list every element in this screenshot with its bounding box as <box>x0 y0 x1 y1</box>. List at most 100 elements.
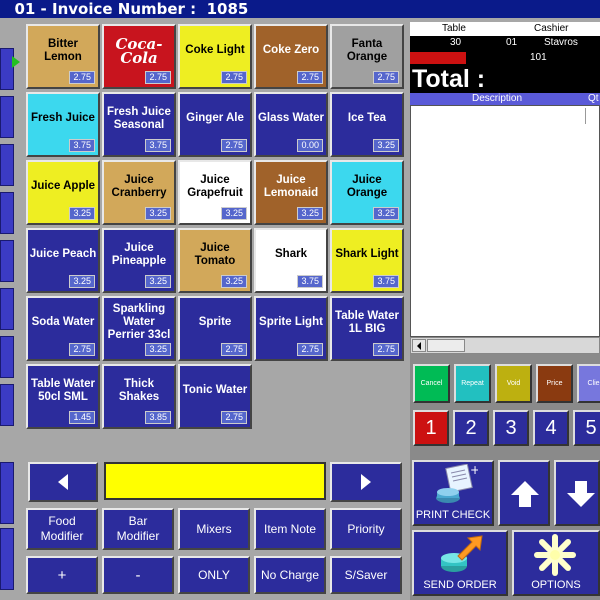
entry-field[interactable] <box>104 462 326 500</box>
order-list-scrollbar[interactable] <box>410 337 600 354</box>
product-tile[interactable]: Table Water 50cl SML 1.45 <box>26 364 100 429</box>
number-button[interactable]: 1 <box>413 410 449 446</box>
product-tile[interactable]: Soda Water 2.75 <box>26 296 100 361</box>
product-name: Table Water 50cl SML <box>31 377 95 403</box>
product-tile[interactable]: Fresh Juice Seasonal 3.75 <box>102 92 176 157</box>
product-name: Thick Shakes <box>118 377 160 403</box>
product-tile[interactable]: Coke Zero 2.75 <box>254 24 328 89</box>
item-note-button[interactable]: Item Note <box>254 508 326 550</box>
category-tab[interactable] <box>0 240 14 282</box>
product-price: 3.25 <box>221 207 247 220</box>
product-tile[interactable]: Juice Tomato 3.25 <box>178 228 252 293</box>
product-price: 2.75 <box>221 139 247 152</box>
category-tab[interactable] <box>0 48 14 90</box>
product-name: Juice Cranberry <box>111 173 167 199</box>
status-indicator <box>410 52 466 64</box>
category-tab[interactable] <box>0 288 14 330</box>
food-modifier-button[interactable]: Food Modifier <box>26 508 98 550</box>
category-tab[interactable] <box>0 384 14 426</box>
product-name: Glass Water <box>257 112 325 124</box>
product-tile[interactable]: Glass Water 0.00 <box>254 92 328 157</box>
product-tile[interactable]: Shark 3.75 <box>254 228 328 293</box>
scroll-thumb[interactable] <box>427 339 465 352</box>
send-order-label: SEND ORDER <box>423 579 497 591</box>
product-tile[interactable]: Fanta Orange 2.75 <box>330 24 404 89</box>
product-tile[interactable]: Juice Cranberry 3.25 <box>102 160 176 225</box>
category-tab[interactable] <box>0 528 14 590</box>
product-tile[interactable]: Juice Orange 3.25 <box>330 160 404 225</box>
product-name: Juice Apple <box>30 180 96 192</box>
product-price: 2.75 <box>221 343 247 356</box>
seat-number: 01 <box>506 37 518 48</box>
product-price: 3.25 <box>69 275 95 288</box>
scroll-down-button[interactable] <box>554 460 600 526</box>
options-button[interactable]: OPTIONS <box>512 530 600 596</box>
product-name: Ginger Ale <box>186 112 244 124</box>
number-button[interactable]: 3 <box>493 410 529 446</box>
function-button-clien[interactable]: Clien <box>577 364 600 403</box>
product-tile[interactable]: Juice Grapefruit 3.25 <box>178 160 252 225</box>
product-tile[interactable]: Fresh Juice 3.75 <box>26 92 100 157</box>
scroll-up-button[interactable] <box>498 460 550 526</box>
function-button-price[interactable]: Price <box>536 364 573 403</box>
only-button[interactable]: ONLY <box>178 556 250 594</box>
send-order-button[interactable]: SEND ORDER <box>412 530 508 596</box>
plus-button[interactable]: + <box>26 556 98 594</box>
no-charge-button[interactable]: No Charge <box>254 556 326 594</box>
product-tile[interactable]: Shark Light 3.75 <box>330 228 404 293</box>
product-name: Sprite Light <box>259 316 323 328</box>
product-tile[interactable]: Tonic Water 2.75 <box>178 364 252 429</box>
scroll-left-button[interactable] <box>412 339 426 352</box>
product-tile[interactable]: Sprite 2.75 <box>178 296 252 361</box>
category-tab[interactable] <box>0 144 14 186</box>
mixers-button[interactable]: Mixers <box>178 508 250 550</box>
arrow-down-icon <box>567 481 595 507</box>
number-button[interactable]: 2 <box>453 410 489 446</box>
category-tab[interactable] <box>0 462 14 524</box>
product-tile[interactable]: Sparkling Water Perrier 33cl 3.25 <box>102 296 176 361</box>
product-tile[interactable]: Juice Lemonaid 3.25 <box>254 160 328 225</box>
page-next-button[interactable] <box>330 462 402 502</box>
product-price: 0.00 <box>297 139 323 152</box>
product-price: 1.45 <box>69 411 95 424</box>
product-tile[interactable]: Coca-Cola 2.75 <box>102 24 176 89</box>
product-tile[interactable]: Coke Light 2.75 <box>178 24 252 89</box>
product-tile[interactable]: Thick Shakes 3.85 <box>102 364 176 429</box>
priority-button[interactable]: Priority <box>330 508 402 550</box>
function-button-cancel[interactable]: Cancel <box>413 364 450 403</box>
product-price: 3.25 <box>145 207 171 220</box>
category-tab[interactable] <box>0 336 14 378</box>
product-price: 3.25 <box>145 343 171 356</box>
minus-button[interactable]: - <box>102 556 174 594</box>
product-tile[interactable]: Sprite Light 2.75 <box>254 296 328 361</box>
product-tile[interactable]: Juice Apple 3.25 <box>26 160 100 225</box>
product-tile[interactable]: Table Water 1L BIG 2.75 <box>330 296 404 361</box>
category-tab[interactable] <box>0 96 14 138</box>
qty-column: Qt <box>588 93 599 104</box>
product-name: Coke Zero <box>262 44 320 56</box>
s-saver-button[interactable]: S/Saver <box>330 556 402 594</box>
product-price: 3.75 <box>145 139 171 152</box>
order-list[interactable] <box>410 105 600 337</box>
bar-modifier-button[interactable]: Bar Modifier <box>102 508 174 550</box>
options-label: OPTIONS <box>531 579 581 591</box>
product-price: 2.75 <box>145 71 171 84</box>
product-tile[interactable]: Bitter Lemon 2.75 <box>26 24 100 89</box>
column-divider <box>585 108 586 124</box>
product-tile[interactable]: Ice Tea 3.25 <box>330 92 404 157</box>
product-tile[interactable]: Ginger Ale 2.75 <box>178 92 252 157</box>
number-button[interactable]: 5 <box>573 410 600 446</box>
print-check-label: PRINT CHECK <box>415 509 491 521</box>
page-prev-button[interactable] <box>28 462 98 502</box>
product-tile[interactable]: Juice Peach 3.25 <box>26 228 100 293</box>
print-check-button[interactable]: + PRINT CHECK <box>412 460 494 526</box>
category-tab[interactable] <box>0 192 14 234</box>
function-button-void[interactable]: Void <box>495 364 532 403</box>
cashier-label: Cashier <box>534 23 569 34</box>
product-price: 2.75 <box>69 343 95 356</box>
number-button[interactable]: 4 <box>533 410 569 446</box>
product-price: 2.75 <box>373 343 399 356</box>
product-tile[interactable]: Juice Pineapple 3.25 <box>102 228 176 293</box>
product-name: Juice Peach <box>29 248 97 260</box>
function-button-repeat[interactable]: Repeat <box>454 364 491 403</box>
